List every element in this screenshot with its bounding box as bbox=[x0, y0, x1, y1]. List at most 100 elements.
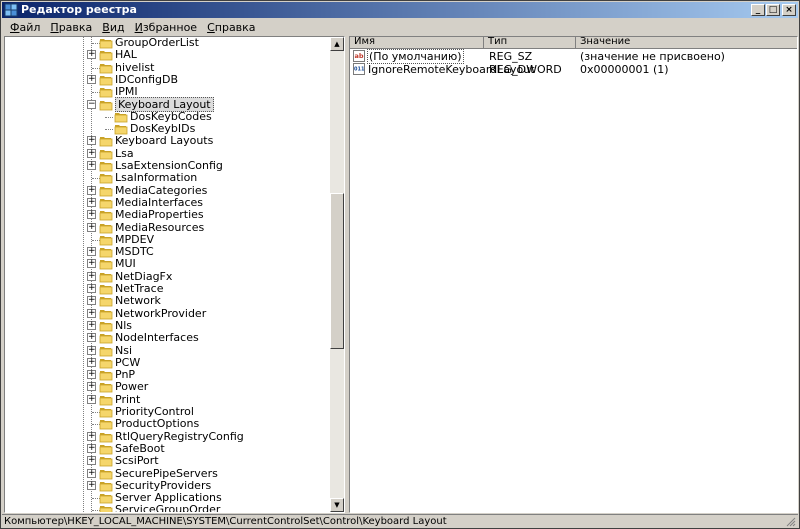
tree-item[interactable]: MPDEV bbox=[5, 233, 331, 246]
expand-toggle[interactable]: + bbox=[87, 395, 96, 404]
tree-item[interactable]: + MediaResources bbox=[5, 221, 331, 234]
menu-edit[interactable]: Правка bbox=[46, 21, 96, 34]
expand-toggle[interactable]: + bbox=[87, 321, 96, 330]
svg-text:011: 011 bbox=[354, 67, 365, 73]
tree-item-label: HAL bbox=[115, 48, 137, 61]
value-row[interactable]: 011 IgnoreRemoteKeyboardLayout REG_DWORD… bbox=[350, 63, 797, 76]
tree-item[interactable]: ProductOptions bbox=[5, 417, 331, 430]
value-name: (По умолчанию) bbox=[367, 49, 464, 64]
expand-toggle[interactable]: + bbox=[87, 444, 96, 453]
expand-toggle[interactable]: + bbox=[87, 210, 96, 219]
column-header-value[interactable]: Значение bbox=[576, 37, 797, 49]
pane-splitter[interactable] bbox=[345, 36, 348, 513]
tree-item-label: MediaProperties bbox=[115, 208, 204, 221]
expand-toggle[interactable]: + bbox=[87, 259, 96, 268]
folder-icon bbox=[99, 420, 113, 430]
expand-toggle[interactable]: + bbox=[87, 358, 96, 367]
expand-toggle[interactable]: + bbox=[87, 161, 96, 170]
expand-toggle[interactable]: + bbox=[87, 481, 96, 490]
expand-toggle[interactable]: + bbox=[87, 50, 96, 59]
tree-item[interactable]: + Network bbox=[5, 294, 331, 307]
folder-icon bbox=[99, 199, 113, 209]
folder-icon bbox=[99, 248, 113, 258]
tree-item[interactable]: LsaInformation bbox=[5, 171, 331, 184]
expand-toggle[interactable]: + bbox=[87, 272, 96, 281]
tree-item[interactable]: + RtlQueryRegistryConfig bbox=[5, 430, 331, 443]
tree-item[interactable]: + IDConfigDB bbox=[5, 73, 331, 86]
expand-toggle[interactable]: + bbox=[87, 432, 96, 441]
expand-toggle[interactable]: + bbox=[87, 75, 96, 84]
tree-item[interactable]: + MUI bbox=[5, 257, 331, 270]
folder-icon bbox=[99, 396, 113, 406]
status-path: Компьютер\HKEY_LOCAL_MACHINE\SYSTEM\Curr… bbox=[4, 516, 447, 527]
folder-icon bbox=[99, 211, 113, 221]
menu-favorites[interactable]: Избранное bbox=[131, 21, 201, 34]
expand-toggle[interactable]: + bbox=[87, 370, 96, 379]
tree-item[interactable]: + Keyboard Layouts bbox=[5, 134, 331, 147]
tree-item[interactable]: + NetTrace bbox=[5, 282, 331, 295]
folder-icon bbox=[99, 482, 113, 492]
tree-item[interactable]: + MSDTC bbox=[5, 245, 331, 258]
scroll-down-button[interactable]: ▼ bbox=[330, 498, 344, 512]
tree-item[interactable]: + HAL bbox=[5, 48, 331, 61]
tree-item-label: NodeInterfaces bbox=[115, 331, 199, 344]
expand-toggle[interactable]: + bbox=[87, 136, 96, 145]
folder-icon bbox=[99, 297, 113, 307]
values-list[interactable]: Имя Тип Значение ab (По умолчанию) REG_S… bbox=[349, 36, 798, 513]
expand-toggle[interactable]: + bbox=[87, 149, 96, 158]
binary-value-icon: 011 bbox=[353, 63, 365, 75]
resize-grip-icon[interactable] bbox=[785, 516, 796, 527]
expand-toggle[interactable]: + bbox=[87, 346, 96, 355]
value-data: 0x00000001 (1) bbox=[580, 63, 669, 76]
folder-icon bbox=[99, 433, 113, 443]
menu-help[interactable]: Справка bbox=[203, 21, 259, 34]
tree-connector-line bbox=[105, 117, 113, 118]
svg-text:ab: ab bbox=[355, 52, 364, 60]
tree-item[interactable]: + PnP bbox=[5, 368, 331, 381]
tree-content: GroupOrderList + HAL hivelist + IDConfigDB IPM… bbox=[5, 37, 331, 512]
registry-tree[interactable]: GroupOrderList + HAL hivelist + IDConfigDB IPM… bbox=[4, 36, 345, 513]
expand-toggle[interactable]: + bbox=[87, 284, 96, 293]
expand-toggle[interactable]: + bbox=[87, 223, 96, 232]
folder-icon bbox=[99, 88, 113, 98]
expand-toggle[interactable]: + bbox=[87, 456, 96, 465]
minimize-button[interactable]: _ bbox=[751, 4, 765, 16]
tree-item[interactable]: + PCW bbox=[5, 356, 331, 369]
tree-item[interactable]: + MediaProperties bbox=[5, 208, 331, 221]
maximize-button[interactable]: □ bbox=[766, 4, 780, 16]
title-bar[interactable]: Редактор реестра _ □ × bbox=[2, 2, 798, 18]
tree-item[interactable]: + Nsi bbox=[5, 344, 331, 357]
tree-item[interactable]: + ScsiPort bbox=[5, 454, 331, 467]
expand-toggle[interactable]: + bbox=[87, 382, 96, 391]
column-header-name[interactable]: Имя bbox=[350, 37, 484, 49]
folder-icon bbox=[99, 310, 113, 320]
tree-item[interactable]: + SafeBoot bbox=[5, 442, 331, 455]
tree-item[interactable]: GroupOrderList bbox=[5, 37, 331, 49]
expand-toggle[interactable]: + bbox=[87, 247, 96, 256]
folder-icon bbox=[99, 260, 113, 270]
string-value-icon: ab bbox=[353, 50, 365, 62]
expand-toggle[interactable]: + bbox=[87, 333, 96, 342]
scroll-up-button[interactable]: ▲ bbox=[330, 37, 344, 51]
tree-item[interactable]: + NetDiagFx bbox=[5, 270, 331, 283]
column-header-type[interactable]: Тип bbox=[484, 37, 576, 49]
tree-item[interactable]: + NetworkProvider bbox=[5, 307, 331, 320]
menu-view[interactable]: Вид bbox=[98, 21, 128, 34]
tree-item-label: Network bbox=[115, 294, 161, 307]
expand-toggle[interactable]: + bbox=[87, 309, 96, 318]
collapse-toggle[interactable]: − bbox=[87, 100, 96, 109]
expand-toggle[interactable]: + bbox=[87, 296, 96, 305]
expand-toggle[interactable]: + bbox=[87, 186, 96, 195]
menu-file[interactable]: Файл bbox=[6, 21, 44, 34]
tree-item[interactable]: + Power bbox=[5, 380, 331, 393]
close-button[interactable]: × bbox=[782, 4, 796, 16]
expand-toggle[interactable]: + bbox=[87, 469, 96, 478]
tree-vertical-scrollbar[interactable]: ▲ ▼ bbox=[330, 37, 344, 512]
folder-icon bbox=[99, 457, 113, 467]
tree-item[interactable]: + NodeInterfaces bbox=[5, 331, 331, 344]
expand-toggle[interactable]: + bbox=[87, 198, 96, 207]
folder-icon bbox=[99, 334, 113, 344]
tree-item[interactable]: ServiceGroupOrder bbox=[5, 503, 331, 512]
scroll-thumb[interactable] bbox=[330, 193, 344, 349]
value-row[interactable]: ab (По умолчанию) REG_SZ (значение не пр… bbox=[350, 49, 797, 64]
